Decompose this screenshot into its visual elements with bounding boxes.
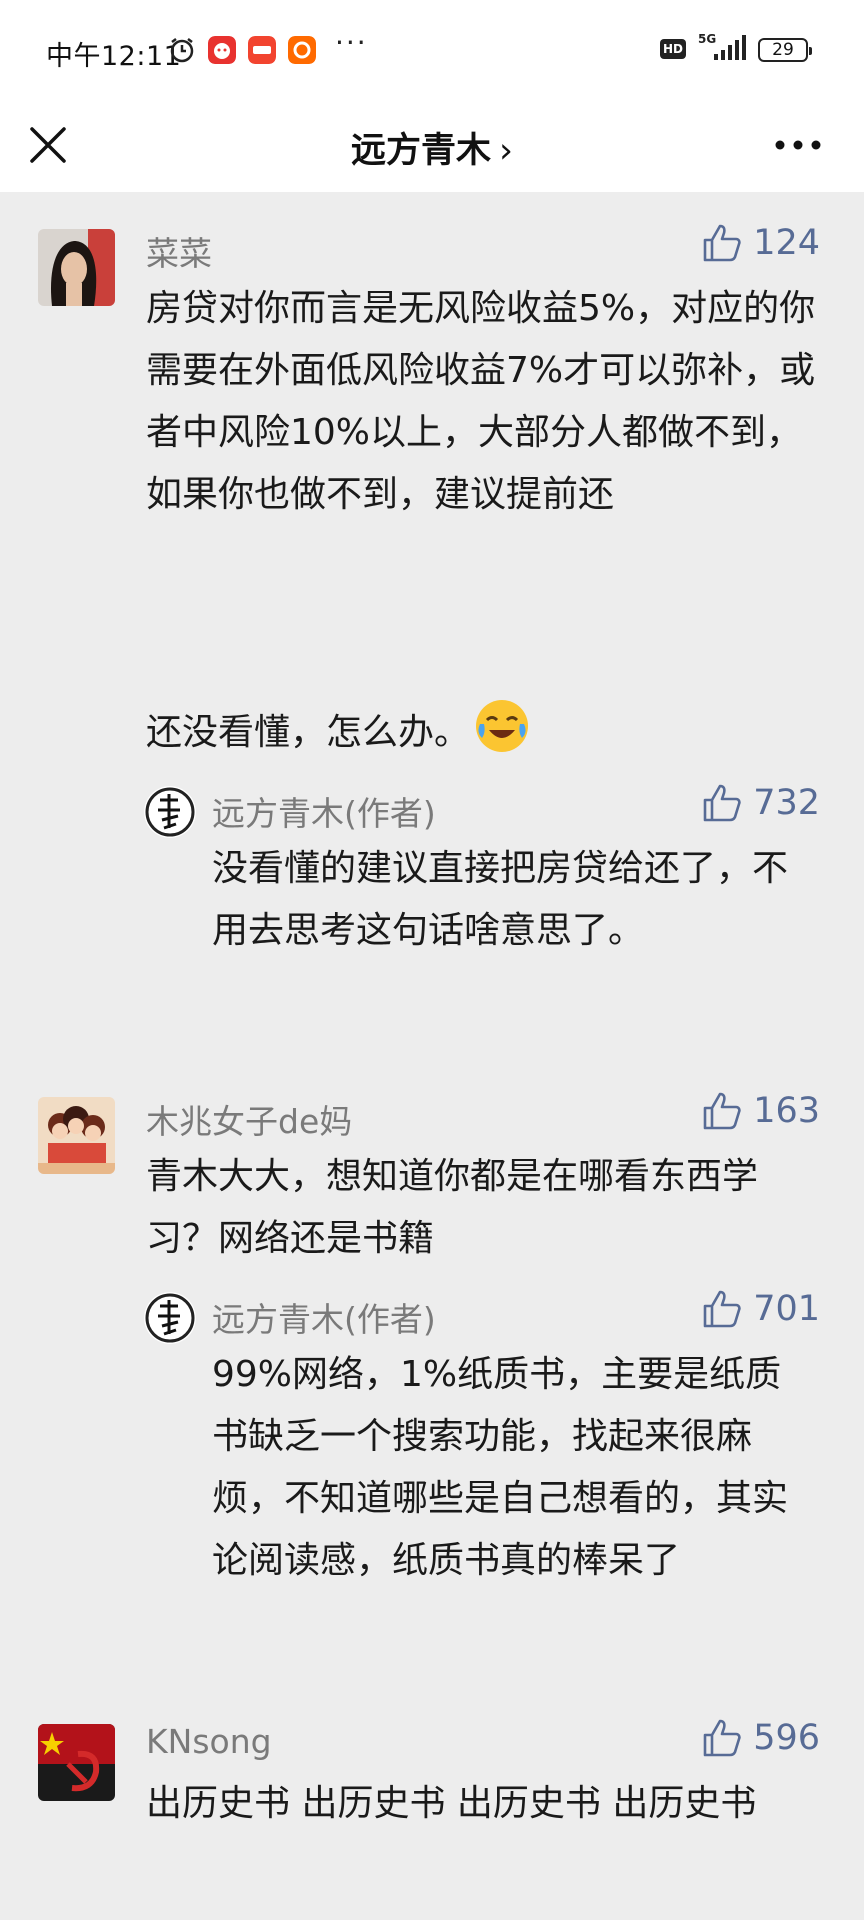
title-bar: 远方青木 › — [0, 100, 864, 192]
status-bar: 中午12:11 ··· HD 5G 29 — [0, 0, 864, 100]
comment-username[interactable]: 木兆女子de妈 — [146, 1095, 352, 1143]
thumbs-up-icon — [703, 1290, 741, 1328]
avatar[interactable] — [38, 1724, 115, 1801]
comment-text-line: 还没看懂，怎么办。 — [146, 712, 471, 753]
comment-text: 青木大大，想知道你都是在哪看东西学习？网络还是书籍 — [146, 1156, 759, 1259]
orange-app-icon — [288, 36, 316, 64]
author-avatar[interactable] — [144, 1292, 196, 1344]
signal-icon — [714, 35, 746, 60]
reply-text: 没看懂的建议直接把房贷给还了，不用去思考这句话啥意思了。 — [212, 848, 789, 951]
like-count: 596 — [753, 1718, 820, 1758]
reply-username[interactable]: 远方青木(作者) — [212, 787, 436, 835]
battery-indicator: 29 — [758, 38, 812, 62]
like-button[interactable]: 596 — [701, 1717, 820, 1759]
like-count: 732 — [753, 783, 820, 823]
page-title[interactable]: 远方青木 › — [0, 122, 864, 173]
more-notifications: ··· — [335, 26, 368, 59]
page-title-text: 远方青木 — [350, 131, 491, 171]
author-avatar[interactable] — [144, 786, 196, 838]
like-button[interactable]: 701 — [701, 1288, 820, 1330]
like-button[interactable]: 732 — [701, 782, 820, 824]
like-count: 124 — [753, 223, 820, 263]
app-notification-icon — [208, 36, 236, 64]
thumbs-up-icon — [703, 1719, 741, 1757]
crying-laughing-emoji-icon — [476, 700, 529, 752]
comment-text: 房贷对你而言是无风险收益5%，对应的你需要在外面低风险收益7%才可以弥补，或者中… — [146, 288, 816, 515]
shopping-app-icon — [248, 36, 276, 64]
thumbs-up-icon — [703, 224, 741, 262]
thumbs-up-icon — [703, 1092, 741, 1130]
comment-text-followup: 还没看懂，怎么办。 — [146, 698, 818, 764]
like-button[interactable]: 163 — [701, 1090, 820, 1132]
avatar[interactable] — [38, 1097, 115, 1174]
comment-text: 出历史书 出历史书 出历史书 出历史书 — [146, 1783, 757, 1824]
thumbs-up-icon — [703, 784, 741, 822]
status-time: 中午12:11 — [46, 41, 182, 72]
reply-text: 99%网络，1%纸质书，主要是纸质书缺乏一个搜索功能，找起来很麻烦，不知道哪些是… — [212, 1354, 789, 1581]
hd-badge: HD — [660, 39, 686, 59]
like-button[interactable]: 124 — [701, 222, 820, 264]
chevron-right-icon: › — [499, 131, 513, 171]
comment-username[interactable]: KNsong — [146, 1722, 272, 1761]
like-count: 701 — [753, 1289, 820, 1329]
reply-username[interactable]: 远方青木(作者) — [212, 1293, 436, 1341]
comment-username[interactable]: 菜菜 — [146, 227, 212, 275]
like-count: 163 — [753, 1091, 820, 1131]
more-options-icon[interactable] — [770, 120, 826, 170]
alarm-icon — [170, 38, 194, 63]
avatar[interactable] — [38, 229, 115, 306]
